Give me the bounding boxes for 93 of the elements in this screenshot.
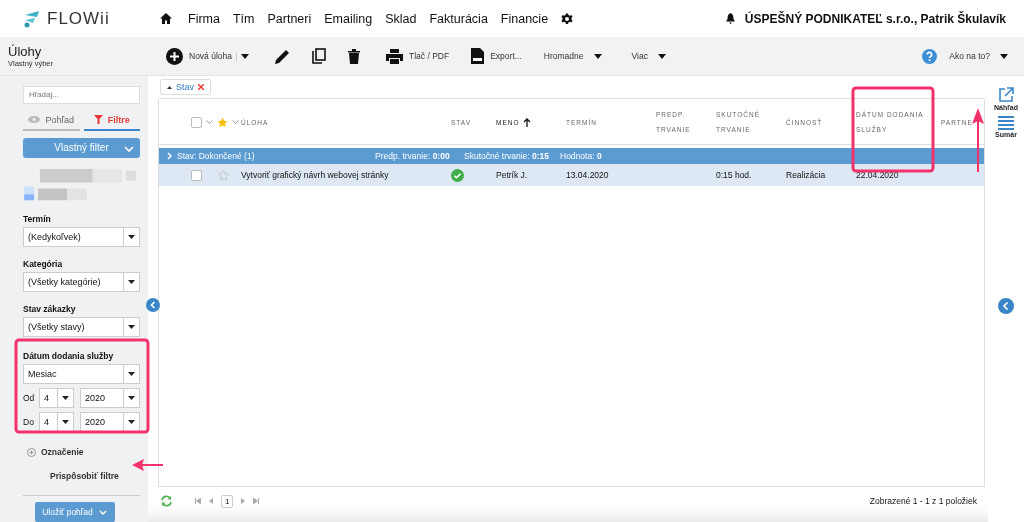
- export-button[interactable]: Export...: [467, 48, 526, 64]
- arrow: [972, 108, 984, 173]
- row-checkbox[interactable]: [191, 169, 202, 181]
- caret-icon[interactable]: [232, 120, 239, 124]
- account-name[interactable]: ÚSPEŠNÝ PODNIKATEĽ s.r.o., Patrik Škulavík: [744, 11, 1006, 26]
- caret-icon: [167, 85, 172, 89]
- edit-icon[interactable]: [275, 48, 290, 64]
- star-icon[interactable]: [217, 116, 228, 128]
- page-number[interactable]: 1: [221, 494, 234, 508]
- caret-icon: [128, 420, 135, 425]
- help-icon[interactable]: [922, 48, 938, 64]
- sort-arrow-icon[interactable]: [522, 117, 531, 127]
- more-dropdown[interactable]: Viac: [627, 51, 670, 61]
- new-task-button[interactable]: Nová úloha: [162, 47, 236, 65]
- bell-icon[interactable]: [725, 13, 735, 24]
- filter-select[interactable]: (Všetky kategórie): [23, 272, 140, 293]
- filter-icon: [93, 115, 103, 125]
- first-page-icon[interactable]: [195, 498, 201, 504]
- chevron-icon: [124, 145, 134, 152]
- delete-icon[interactable]: [348, 48, 360, 64]
- nav-link[interactable]: Emailing: [324, 11, 373, 26]
- month-select[interactable]: 4: [39, 412, 74, 433]
- add-icon[interactable]: [27, 447, 36, 457]
- caret-icon: [128, 325, 135, 330]
- caret-icon: [128, 280, 135, 285]
- filter-label: Termín: [23, 214, 52, 225]
- copy-icon[interactable]: [312, 48, 326, 64]
- last-page-icon[interactable]: [253, 498, 260, 504]
- caret-icon: [1000, 53, 1008, 59]
- period-select[interactable]: Mesiac: [23, 364, 140, 385]
- filter-label: Kategória: [23, 259, 64, 270]
- chevron-icon: [98, 509, 107, 515]
- caret-icon: [62, 396, 69, 401]
- caret-icon: [128, 396, 135, 401]
- eye-icon: [28, 116, 41, 124]
- month-select[interactable]: 4: [39, 388, 74, 409]
- to-label: Do: [23, 417, 35, 428]
- nav-link[interactable]: Partneri: [267, 11, 312, 26]
- table-cell: 13.04.2020: [566, 170, 609, 180]
- select-all-checkbox[interactable]: [191, 116, 202, 128]
- previous-page-icon[interactable]: [209, 498, 213, 504]
- star-icon[interactable]: [218, 169, 229, 181]
- nav-link[interactable]: Firma: [188, 11, 220, 26]
- list-icon: [998, 116, 1014, 130]
- group-chip[interactable]: Stav: [160, 79, 211, 95]
- external-link-icon: [998, 87, 1014, 103]
- help-dropdown[interactable]: Ako na to?: [945, 51, 1012, 61]
- nav-link[interactable]: Tím: [232, 11, 255, 26]
- table-cell: Petrík J.: [496, 170, 528, 180]
- year-select[interactable]: 2020: [80, 388, 140, 409]
- marking-filter[interactable]: Označenie: [41, 447, 84, 458]
- caret-icon[interactable]: [206, 120, 213, 124]
- collapse-button[interactable]: [998, 298, 1014, 314]
- settings-icon[interactable]: [561, 12, 574, 25]
- filter-select[interactable]: (Všetky stavy): [23, 317, 140, 338]
- filter-label: Stav zákazky: [23, 304, 77, 315]
- caret-icon: [657, 53, 666, 59]
- view-tab[interactable]: Filtre: [83, 111, 140, 131]
- refresh-icon[interactable]: [160, 495, 173, 507]
- home-icon[interactable]: [160, 13, 172, 24]
- chevron-icon: [167, 152, 172, 160]
- nav-link[interactable]: Sklad: [385, 11, 417, 26]
- nav-link[interactable]: Fakturácia: [429, 11, 488, 26]
- table-cell: 22.04.2020: [856, 170, 899, 180]
- nav-link[interactable]: Financie: [500, 11, 549, 26]
- plus-icon: [166, 47, 183, 65]
- print-button[interactable]: Tlač / PDF: [382, 48, 454, 64]
- bulk-dropdown[interactable]: Hromadne: [539, 51, 606, 61]
- from-label: Od: [23, 393, 36, 404]
- document-icon: [471, 48, 485, 64]
- filter-label: Dátum dodania služby: [23, 351, 115, 362]
- close-icon[interactable]: [198, 84, 204, 90]
- caret-icon: [128, 235, 135, 240]
- page-title: Úlohy: [8, 44, 43, 59]
- caret-icon: [593, 53, 602, 59]
- table-cell: 0:15 hod.: [716, 170, 752, 180]
- arrow: [132, 459, 164, 471]
- table-cell: Vytvoriť grafický návrh webovej stránky: [241, 170, 389, 180]
- table-cell: Realizácia: [786, 170, 826, 180]
- caret-icon: [62, 420, 69, 425]
- logo-icon: [22, 8, 42, 29]
- next-page-icon[interactable]: [241, 498, 246, 504]
- year-select[interactable]: 2020: [80, 412, 140, 433]
- brand-name: FLOWii: [47, 8, 110, 29]
- caret-icon: [241, 53, 249, 59]
- printer-icon: [386, 48, 403, 64]
- pager-summary: Zobrazené 1 - 1 z 1 položiek: [869, 496, 977, 506]
- filter-select[interactable]: (Kedykoľvek): [23, 227, 140, 248]
- collapse-button[interactable]: [146, 298, 160, 312]
- search-field[interactable]: Hľadaj...: [23, 86, 140, 104]
- caret-icon: [128, 372, 135, 377]
- view-tab[interactable]: Pohľad: [23, 111, 80, 131]
- customize-filters-link[interactable]: Prispôsobiť filtre: [50, 471, 140, 482]
